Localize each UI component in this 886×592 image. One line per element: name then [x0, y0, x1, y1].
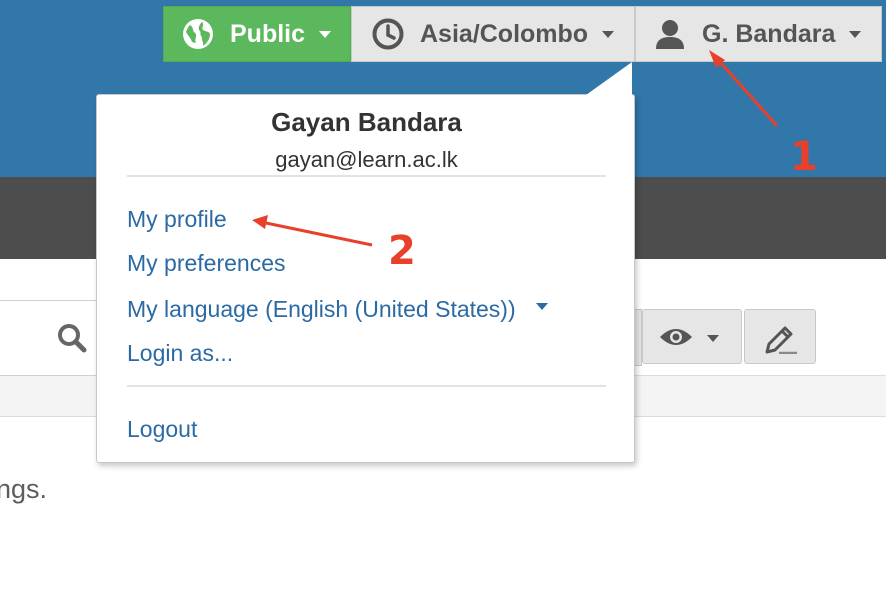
search-input[interactable]	[0, 300, 106, 376]
visibility-label: Public	[230, 19, 306, 48]
login-as-link[interactable]: Login as...	[127, 340, 233, 367]
my-language-dropdown[interactable]: My language (English (United States))	[127, 296, 548, 323]
user-menu-label: G. Bandara	[702, 19, 836, 48]
user-full-name: Gayan Bandara	[271, 107, 462, 137]
page-body-text: ngs.	[0, 474, 48, 504]
timezone-dropdown-button[interactable]: Asia/Colombo	[351, 6, 635, 62]
view-button[interactable]	[642, 309, 742, 364]
globe-icon	[183, 19, 213, 49]
my-language-label: My language (English (United States))	[127, 296, 516, 322]
timezone-label: Asia/Colombo	[420, 19, 589, 48]
top-user-bar: Public Asia/Colombo G. Bandara	[163, 6, 882, 62]
visibility-dropdown-button[interactable]: Public	[163, 6, 351, 62]
logout-link[interactable]: Logout	[127, 416, 197, 443]
pencil-icon	[765, 326, 797, 354]
edit-button[interactable]	[744, 309, 816, 364]
user-email: gayan@learn.ac.lk	[275, 147, 458, 172]
chevron-down-icon	[319, 30, 332, 38]
my-profile-link[interactable]: My profile	[127, 206, 227, 233]
clock-icon	[372, 18, 404, 50]
my-preferences-link[interactable]: My preferences	[127, 250, 286, 277]
menu-divider	[127, 175, 606, 177]
user-icon	[656, 20, 684, 49]
user-menu-button[interactable]: G. Bandara	[635, 6, 882, 62]
search-icon[interactable]	[56, 322, 88, 354]
menu-divider	[127, 385, 606, 387]
chevron-down-icon	[535, 303, 548, 311]
eye-icon	[660, 329, 692, 345]
user-dropdown-menu: Gayan Bandara gayan@learn.ac.lk My profi…	[96, 94, 635, 463]
chevron-down-icon	[849, 30, 862, 38]
dropdown-pointer	[586, 62, 632, 95]
chevron-down-icon	[707, 335, 719, 342]
chevron-down-icon	[602, 30, 615, 38]
